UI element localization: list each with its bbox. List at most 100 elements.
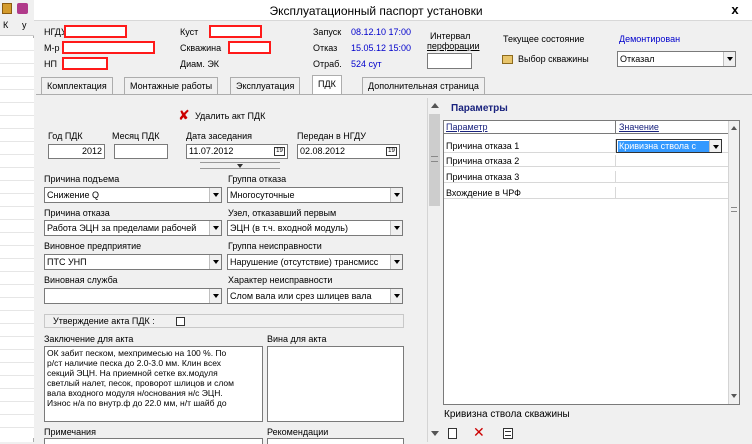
state-label: Текущее состояние (503, 34, 585, 44)
state-value: Демонтирован (619, 34, 681, 44)
lift-reason-label: Причина подъема (44, 174, 120, 184)
close-icon: x (731, 2, 739, 17)
first-node-combo[interactable]: ЭЦН (в т.ч. входной модуль) (227, 220, 403, 236)
zapusk-value: 08.12.10 17:00 (351, 27, 412, 37)
lift-reason-combo[interactable]: Снижение Q (44, 187, 222, 203)
tab-komplektaciya[interactable]: Комплектация (41, 77, 113, 94)
new-document-icon[interactable] (448, 428, 457, 439)
scroll-up-icon[interactable] (431, 103, 439, 108)
col-sep (615, 121, 616, 134)
mr-label: М-р (44, 43, 60, 53)
window-title: Эксплуатационный паспорт установки (269, 4, 483, 18)
guilt-label: Вина для акта (267, 334, 327, 344)
calendar-icon[interactable]: 19 (386, 147, 397, 156)
chevron-down-icon[interactable] (390, 221, 402, 235)
choose-well-icon (502, 55, 513, 64)
params-toolbar: ✕ (443, 424, 563, 442)
params-title: Параметры (451, 103, 508, 114)
year-label: Год ПДК (48, 131, 83, 141)
strip-icon-2[interactable] (17, 3, 28, 14)
conclusion-label: Заключение для акта (44, 334, 134, 344)
col-value-header[interactable]: Значение (619, 122, 659, 133)
strip-rows (0, 38, 34, 438)
table-row[interactable]: Причина отказа 3 (444, 171, 728, 183)
chevron-down-icon (237, 164, 243, 168)
tab-pdk[interactable]: ПДК (312, 75, 342, 95)
chevron-down-icon[interactable] (209, 221, 221, 235)
params-grid-header: Параметр Значение (444, 121, 728, 134)
table-row[interactable]: Причина отказа 1 Кривизна ствола с (444, 139, 728, 153)
chevron-down-icon[interactable] (709, 140, 721, 152)
zapusk-label: Запуск (313, 27, 342, 37)
chevron-down-icon[interactable] (390, 289, 402, 303)
scroll-down-icon[interactable] (731, 394, 737, 398)
first-node-label: Узел, отказавший первым (228, 208, 337, 218)
approval-groupbox: Утверждение акта ПДК : (44, 314, 404, 328)
close-button[interactable]: x (718, 0, 752, 20)
table-row[interactable]: Причина отказа 2 (444, 155, 728, 167)
kust-redacted (209, 25, 262, 38)
scroll-up-icon[interactable] (731, 126, 737, 130)
params-scrollbar[interactable] (728, 121, 739, 404)
malfunction-group-combo[interactable]: Нарушение (отсутствие) трансмисс (227, 254, 403, 270)
ngdu-redacted (64, 25, 127, 38)
transfer-date-input[interactable]: 02.08.2012 19 (297, 144, 400, 159)
delete-act-button[interactable]: ✘ Удалить акт ПДК (178, 107, 288, 124)
month-input[interactable] (114, 144, 168, 159)
tab-dop[interactable]: Дополнительная страница (362, 77, 485, 94)
guilt-textarea[interactable] (267, 346, 404, 422)
failure-reason-label: Причина отказа (44, 208, 110, 218)
col-param-header[interactable]: Параметр (446, 122, 488, 133)
chevron-down-icon[interactable] (390, 188, 402, 202)
status-combo[interactable]: Отказал (617, 51, 736, 67)
failure-group-combo[interactable]: Многосуточные (227, 187, 403, 203)
chevron-down-icon[interactable] (209, 289, 221, 303)
table-row[interactable]: Вхождение в ЧРФ (444, 187, 728, 199)
mr-redacted (62, 41, 155, 54)
chevron-down-icon[interactable] (390, 255, 402, 269)
choose-well-button[interactable]: Выбор скважины (500, 53, 608, 67)
approval-checkbox[interactable] (176, 317, 185, 326)
failure-group-label: Группа отказа (228, 174, 287, 184)
culprit-service-label: Виновная служба (44, 275, 118, 285)
skv-redacted (228, 41, 271, 54)
notes-textarea[interactable] (44, 438, 263, 444)
scroll-down-icon[interactable] (431, 431, 439, 436)
kust-label: Куст (180, 27, 199, 37)
meeting-date-label: Дата заседания (186, 131, 252, 141)
approval-label: Утверждение акта ПДК : (53, 316, 155, 326)
chevron-down-icon[interactable] (209, 255, 221, 269)
chevron-down-icon[interactable] (723, 52, 735, 66)
meeting-date-input[interactable]: 11.07.2012 19 (186, 144, 288, 159)
np-redacted (62, 57, 108, 70)
strip-label-u: у (22, 20, 27, 30)
recommend-textarea[interactable] (267, 438, 404, 444)
tab-ekspluataciya[interactable]: Эксплуатация (230, 77, 301, 94)
conclusion-textarea[interactable]: ОК забит песком, мехпримесью на 100 %. П… (44, 346, 263, 422)
strip-icon-1[interactable] (2, 3, 12, 14)
diam-label: Диам. ЭК (180, 59, 220, 69)
malfunction-char-combo[interactable]: Слом вала или срез шлицев вала (227, 288, 403, 304)
delete-act-label: Удалить акт ПДК (195, 111, 266, 121)
culprit-combo[interactable]: ПТС УНП (44, 254, 222, 270)
delete-icon[interactable]: ✕ (473, 424, 485, 440)
year-input[interactable]: 2012 (48, 144, 105, 159)
failure-reason-combo[interactable]: Работа ЭЦН за пределами рабочей (44, 220, 222, 236)
delete-icon: ✘ (178, 107, 190, 123)
row-value-combo[interactable]: Кривизна ствола с (616, 139, 722, 153)
splitter-handle[interactable] (200, 162, 280, 169)
form-scrollbar[interactable] (427, 98, 441, 442)
otkaz-label: Отказ (313, 43, 338, 53)
culprit-service-combo[interactable] (44, 288, 222, 304)
otrab-label: Отраб. (313, 59, 342, 69)
strip-label-k: К (3, 20, 9, 30)
row-value-selected: Кривизна ствола с (618, 141, 709, 152)
calendar-icon[interactable]: 19 (274, 147, 285, 156)
grip-icon (731, 207, 737, 212)
culprit-label: Виновное предприятие (44, 241, 142, 251)
otkaz-value: 15.05.12 15:00 (351, 43, 412, 53)
chevron-down-icon[interactable] (209, 188, 221, 202)
interval-input[interactable] (427, 53, 472, 69)
tab-montazh[interactable]: Монтажные работы (124, 77, 219, 94)
skv-label: Скважина (180, 43, 222, 53)
